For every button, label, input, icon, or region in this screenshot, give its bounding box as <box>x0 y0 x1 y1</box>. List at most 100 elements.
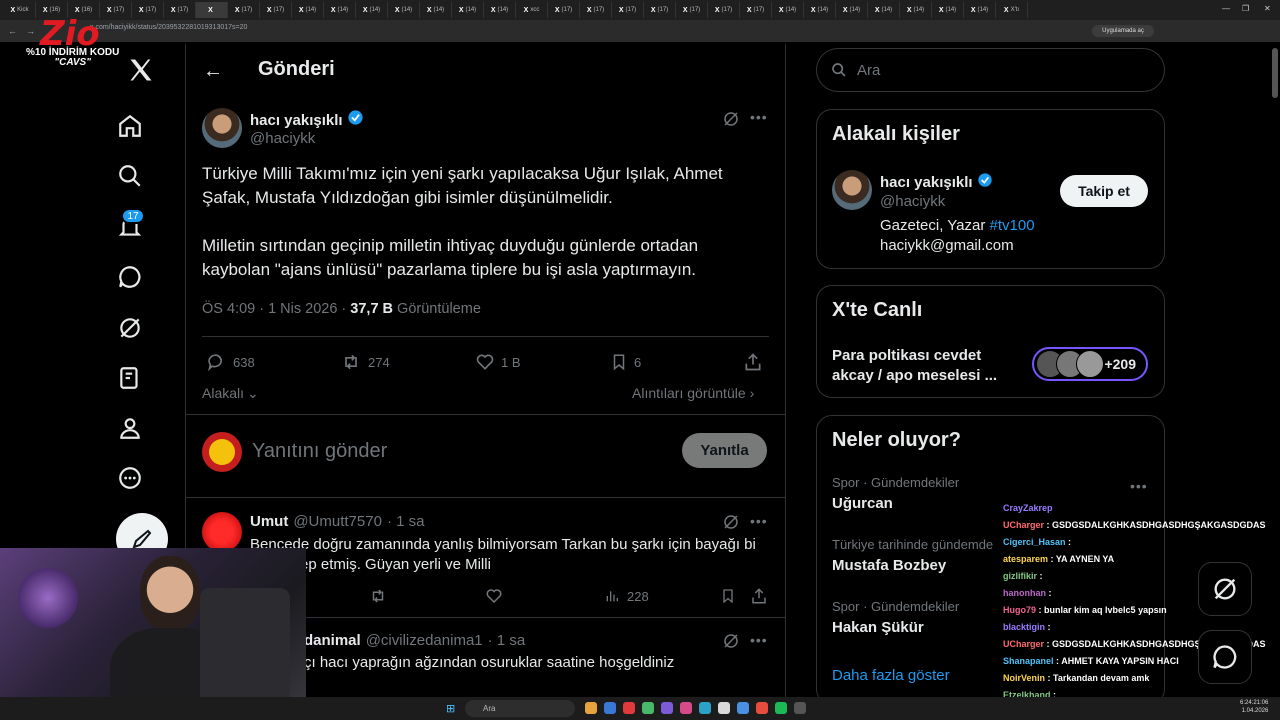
home-icon[interactable] <box>115 111 145 141</box>
open-in-app-button[interactable]: Uygulamada aç <box>1092 25 1154 37</box>
reply-time[interactable]: · 1 sa <box>488 632 526 649</box>
windows-start-icon[interactable]: ⊞ <box>446 702 455 715</box>
reply-author-handle[interactable]: @Umutt7570 <box>293 513 382 530</box>
chat-username[interactable]: Cigerci_Hasan <box>1003 537 1066 547</box>
chat-username[interactable]: CrayZakrep <box>1003 503 1053 513</box>
reply-views-action[interactable]: 228 <box>603 588 649 604</box>
browser-tab[interactable]: X (14) <box>356 2 388 18</box>
browser-tab[interactable]: X (14) <box>452 2 484 18</box>
browser-tab[interactable]: X (17) <box>740 2 772 18</box>
forward-nav-icon[interactable]: → <box>26 26 35 36</box>
profile-icon[interactable] <box>115 413 145 443</box>
bookmark-icon[interactable] <box>720 587 736 610</box>
taskbar-app-icon[interactable] <box>756 702 768 714</box>
browser-tab[interactable]: X (14) <box>804 2 836 18</box>
person-email[interactable]: haciykk@gmail.com <box>880 237 1014 254</box>
browser-tab[interactable]: X (14) <box>868 2 900 18</box>
grok-explain-icon[interactable] <box>722 632 740 655</box>
trend-name[interactable]: Mustafa Bozbey <box>832 557 946 574</box>
retweet-icon[interactable] <box>368 587 388 610</box>
x-logo-icon[interactable] <box>126 55 156 85</box>
person-handle[interactable]: @haciykk <box>880 193 945 210</box>
trend-more-icon[interactable]: ••• <box>1130 478 1148 494</box>
taskbar-app-icon[interactable] <box>661 702 673 714</box>
chat-username[interactable]: UCharger <box>1003 639 1044 649</box>
reply-time[interactable]: · 1 sa <box>387 513 425 530</box>
browser-tab[interactable]: X (14) <box>836 2 868 18</box>
taskbar-search[interactable]: Ara <box>465 700 575 717</box>
grok-explain-icon[interactable] <box>722 110 740 133</box>
messages-floating-button[interactable] <box>1198 630 1252 684</box>
browser-tab[interactable]: X (14) <box>772 2 804 18</box>
reply-input[interactable]: Yanıtını gönder <box>252 440 387 463</box>
show-more-link[interactable]: Daha fazla göster <box>832 667 950 684</box>
search-box[interactable]: Ara <box>816 48 1165 92</box>
person-bio-hashtag[interactable]: #tv100 <box>990 217 1035 234</box>
browser-tab[interactable]: X (17) <box>228 2 260 18</box>
browser-tab[interactable]: Xxcc <box>516 2 548 18</box>
reply-avatar[interactable] <box>202 512 242 552</box>
lists-icon[interactable] <box>115 363 145 393</box>
taskbar-app-icon[interactable] <box>585 702 597 714</box>
view-quotes-link[interactable]: Alıntıları görüntüle › <box>632 385 754 401</box>
my-avatar[interactable] <box>202 432 242 472</box>
taskbar-app-icon[interactable] <box>623 702 635 714</box>
messages-icon[interactable] <box>115 262 145 292</box>
sort-dropdown[interactable]: Alakalı ⌄ <box>202 385 259 402</box>
browser-tab[interactable]: X (14) <box>388 2 420 18</box>
reply-author-name[interactable]: Umut <box>250 513 288 530</box>
browser-tab[interactable]: X (17) <box>676 2 708 18</box>
reply-author-name[interactable]: danimal <box>304 632 361 649</box>
page-scrollbar[interactable] <box>1272 48 1278 98</box>
taskbar-clock[interactable]: 6:24:21:06 1.04.2026 <box>1240 699 1268 715</box>
browser-tab[interactable]: X (14) <box>900 2 932 18</box>
grok-icon[interactable] <box>115 313 145 343</box>
browser-tab[interactable]: X (17) <box>708 2 740 18</box>
browser-tab[interactable]: X (17) <box>132 2 164 18</box>
back-arrow-icon[interactable]: ← <box>203 60 223 83</box>
browser-tab[interactable]: X (14) <box>484 2 516 18</box>
trend-name[interactable]: Uğurcan <box>832 495 893 512</box>
more-icon[interactable] <box>115 463 145 493</box>
author-avatar[interactable] <box>202 108 242 148</box>
taskbar-app-icon[interactable] <box>718 702 730 714</box>
chat-username[interactable]: Hugo79 <box>1003 605 1036 615</box>
grok-floating-button[interactable] <box>1198 562 1252 616</box>
author-name[interactable]: hacı yakışıklı <box>250 112 343 129</box>
retweet-action[interactable]: 274 <box>340 352 390 372</box>
minimize-icon[interactable]: — <box>1222 4 1230 13</box>
taskbar-app-icon[interactable] <box>775 702 787 714</box>
follow-button[interactable]: Takip et <box>1060 175 1148 207</box>
browser-tab[interactable]: X (14) <box>292 2 324 18</box>
browser-tab[interactable]: X (17) <box>644 2 676 18</box>
chat-username[interactable]: NoirVenin <box>1003 673 1045 683</box>
search-icon[interactable] <box>115 161 145 191</box>
chat-username[interactable]: Shanapanel <box>1003 656 1054 666</box>
tweet-more-icon[interactable]: ••• <box>750 109 768 125</box>
chat-username[interactable]: gizlifikir <box>1003 571 1037 581</box>
grok-explain-icon[interactable] <box>722 513 740 536</box>
bookmark-action[interactable]: 6 <box>610 352 641 372</box>
heart-icon[interactable] <box>485 587 503 610</box>
reply-button[interactable]: Yanıtla <box>682 433 767 468</box>
share-icon[interactable] <box>750 587 768 610</box>
browser-tab[interactable]: X (17) <box>164 2 196 18</box>
browser-tab[interactable]: X (17) <box>548 2 580 18</box>
browser-tab[interactable]: X (14) <box>420 2 452 18</box>
browser-tab[interactable]: X (17) <box>612 2 644 18</box>
reply-more-icon[interactable]: ••• <box>750 632 768 648</box>
person-name[interactable]: hacı yakışıklı <box>880 174 973 191</box>
share-icon[interactable] <box>743 352 763 377</box>
browser-tab[interactable]: X (14) <box>964 2 996 18</box>
taskbar-app-icon[interactable] <box>737 702 749 714</box>
browser-tab[interactable]: X Kick <box>4 2 36 18</box>
browser-tab[interactable]: X (14) <box>932 2 964 18</box>
live-space-title[interactable]: Para poltikası cevdet akcay / apo mesele… <box>832 346 997 386</box>
author-handle[interactable]: @haciykk <box>250 130 315 147</box>
trend-name[interactable]: Hakan Şükür <box>832 619 924 636</box>
chat-username[interactable]: UCharger <box>1003 520 1044 530</box>
browser-tab[interactable]: X (17) <box>580 2 612 18</box>
taskbar-app-icon[interactable] <box>699 702 711 714</box>
chat-username[interactable]: hanonhan <box>1003 588 1046 598</box>
browser-tab[interactable]: X (14) <box>324 2 356 18</box>
